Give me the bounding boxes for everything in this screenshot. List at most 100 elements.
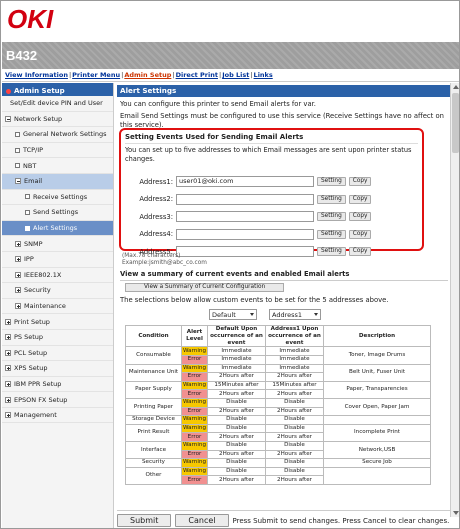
expand-icon xyxy=(5,412,11,419)
sidebar-item-tcp-ip[interactable]: TCP/IP xyxy=(2,143,113,159)
sidebar-item-receive-settings[interactable]: Receive Settings xyxy=(2,190,113,206)
sidebar-item-label: IBM PPR Setup xyxy=(14,379,62,388)
scroll-up-icon[interactable] xyxy=(453,85,459,89)
expand-icon xyxy=(15,271,21,278)
address-input[interactable] xyxy=(176,228,314,240)
scroll-thumb[interactable] xyxy=(452,93,459,153)
example-text: Example:jsmith@abc_co.com xyxy=(122,260,207,266)
copy-button[interactable]: Copy xyxy=(348,247,372,256)
footer-bar: Submit Cancel Press Submit to send chang… xyxy=(117,510,450,528)
box-title: Setting Events Used for Sending Email Al… xyxy=(125,133,418,144)
alert-level-cell: Warning xyxy=(181,466,208,477)
default-timing-cell: 2Hours after xyxy=(207,432,266,442)
table-row: Print Result Warning Disable Disable Incompl… xyxy=(125,423,431,442)
address-input[interactable] xyxy=(176,211,314,222)
default-timing-cell: Disable xyxy=(207,415,266,425)
setting-button[interactable]: Setting xyxy=(317,247,346,256)
chevron-down-icon xyxy=(314,313,318,316)
description-cell: Incomplete Print xyxy=(323,423,431,442)
default-timing-cell: Disable xyxy=(207,397,266,408)
nav-link-view-information[interactable]: View Information xyxy=(5,71,68,79)
box-desc: You can set up to five addresses to whic… xyxy=(125,146,412,163)
sidebar-item-network-setup[interactable]: Network Setup xyxy=(2,112,113,128)
alert-level-cell: Warning xyxy=(181,380,208,391)
description-cell: Toner, Image Drums xyxy=(323,346,431,365)
condition-cell: Print Result xyxy=(125,423,182,442)
setting-button[interactable]: Setting xyxy=(317,212,346,221)
sidebar-item-pcl-setup[interactable]: PCL Setup xyxy=(2,346,113,362)
alert-level-cell: Error xyxy=(181,406,208,417)
default-timing-cell: Immediate xyxy=(207,363,266,374)
submit-button[interactable]: Submit xyxy=(117,514,172,527)
sidebar-item-epson-fx-setup[interactable]: EPSON FX Setup xyxy=(2,392,113,408)
sidebar-item-email[interactable]: Email xyxy=(2,173,113,190)
collapse-icon xyxy=(15,178,21,185)
sidebar-item-ps-setup[interactable]: PS Setup xyxy=(2,330,113,346)
address-row: Address2: Setting Copy xyxy=(131,193,372,206)
sidebar: Admin Setup Set/Edit device PIN and User… xyxy=(2,83,114,528)
nav-separator: | xyxy=(250,71,253,79)
sidebar-item-management[interactable]: Management xyxy=(2,408,113,424)
column-header: Default Upon occurrence of an event xyxy=(207,324,266,348)
copy-button[interactable]: Copy xyxy=(348,212,372,221)
condition-cell: Other xyxy=(125,466,182,485)
page-icon xyxy=(15,147,20,153)
sidebar-item-ibm-ppr-setup[interactable]: IBM PPR Setup xyxy=(2,377,113,393)
table-row: Storage Device Warning Disable Disable xyxy=(125,415,431,425)
condition-cell: Consumable xyxy=(125,346,182,365)
vertical-scrollbar[interactable] xyxy=(450,83,459,517)
intro-text: You can configure this printer to send E… xyxy=(120,100,316,108)
sidebar-item-set-edit-device-pin-and-user[interactable]: Set/Edit device PIN and User xyxy=(2,96,113,112)
address-input[interactable] xyxy=(176,193,314,205)
nav-link-printer-menu[interactable]: Printer Menu xyxy=(72,71,120,79)
default-timing-cell: Disable xyxy=(207,440,266,451)
sidebar-item-print-setup[interactable]: Print Setup xyxy=(2,314,113,330)
nav-link-admin-setup[interactable]: Admin Setup xyxy=(124,71,171,79)
expand-icon xyxy=(5,334,11,341)
sidebar-item-nbt[interactable]: NBT xyxy=(2,158,113,174)
copy-button[interactable]: Copy xyxy=(348,194,372,204)
sidebar-item-label: Alert Settings xyxy=(33,224,78,233)
default-timing-cell: Immediate xyxy=(207,355,266,365)
cancel-button[interactable]: Cancel xyxy=(175,514,229,527)
nav-link-job-list[interactable]: Job List xyxy=(222,71,249,79)
sidebar-item-ieee802-1x[interactable]: IEEE802.1X xyxy=(2,268,113,284)
setting-button[interactable]: Setting xyxy=(317,177,346,186)
default-dropdown[interactable]: Default xyxy=(209,309,257,320)
page-icon xyxy=(15,163,20,169)
address-label: Address1: xyxy=(139,177,173,186)
nav-link-direct-print[interactable]: Direct Print xyxy=(176,71,218,79)
setting-button[interactable]: Setting xyxy=(317,229,346,239)
expand-icon xyxy=(15,287,21,294)
copy-button[interactable]: Copy xyxy=(348,177,372,186)
sidebar-item-label: PS Setup xyxy=(14,333,44,342)
condition-cell: Interface xyxy=(125,440,182,460)
address-timing-cell: Disable xyxy=(265,458,324,468)
sidebar-item-xps-setup[interactable]: XPS Setup xyxy=(2,361,113,377)
address-label: Address2: xyxy=(139,195,173,203)
sidebar-item-snmp[interactable]: SNMP xyxy=(2,236,113,252)
view-summary-button[interactable]: View a Summary of Current Configuration xyxy=(125,283,285,292)
scroll-down-icon[interactable] xyxy=(453,511,459,515)
copy-button[interactable]: Copy xyxy=(348,229,372,239)
setting-button[interactable]: Setting xyxy=(317,194,346,204)
sidebar-item-send-settings[interactable]: Send Settings xyxy=(2,205,113,221)
sidebar-item-security[interactable]: Security xyxy=(2,283,113,299)
condition-cell: Paper Supply xyxy=(125,380,182,399)
sidebar-item-alert-settings[interactable]: Alert Settings xyxy=(2,220,113,237)
nav-link-links[interactable]: Links xyxy=(254,71,273,79)
address-timing-cell: 2Hours after xyxy=(265,389,324,399)
address-row: Address4: Setting Copy xyxy=(131,228,372,241)
table-row: Maintenance Unit Warning Immediate Immediat… xyxy=(125,363,431,382)
sidebar-item-ipp[interactable]: IPP xyxy=(2,252,113,268)
sidebar-item-general-network-settings[interactable]: General Network Settings xyxy=(2,127,113,143)
description-cell: Secure Job xyxy=(323,458,431,468)
sidebar-header-label: Admin Setup xyxy=(14,87,65,95)
sidebar-header[interactable]: Admin Setup xyxy=(2,83,113,96)
address-dropdown[interactable]: Address1 xyxy=(269,309,321,320)
default-timing-cell: Disable xyxy=(207,458,266,468)
address-input[interactable]: user01@oki.com xyxy=(176,176,314,187)
nav-separator: | xyxy=(121,71,124,79)
expand-icon xyxy=(5,380,11,387)
sidebar-item-maintenance[interactable]: Maintenance xyxy=(2,299,113,315)
